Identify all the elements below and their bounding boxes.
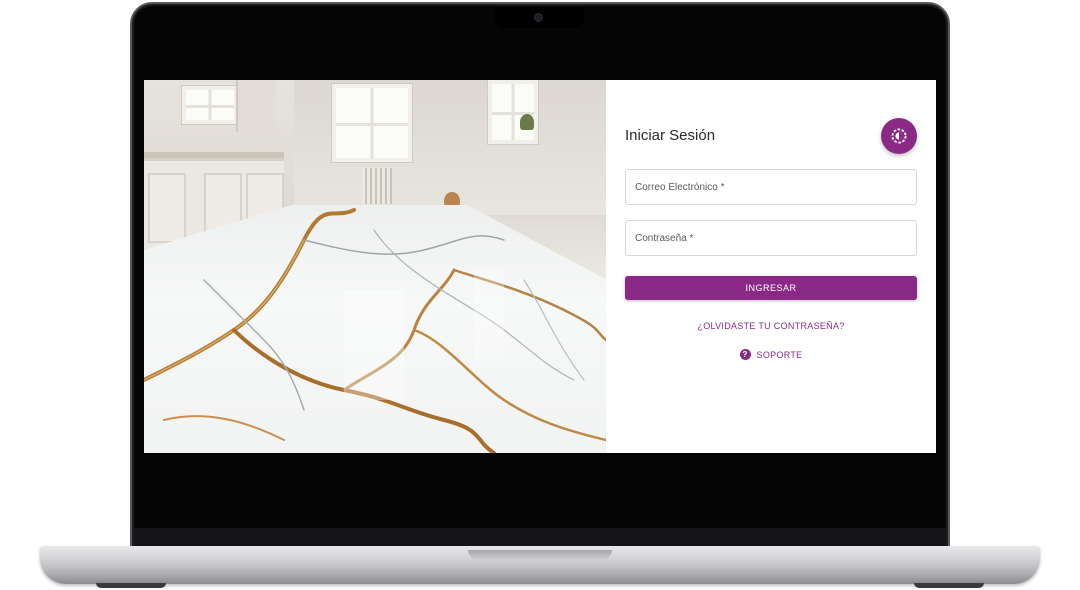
hero-image [144,80,606,453]
support-label: SOPORTE [756,349,803,360]
laptop-mockup: Iniciar Sesión INGRESAR ¿OLVIDASTE TU CO… [0,0,1080,590]
login-panel: Iniciar Sesión INGRESAR ¿OLVIDASTE TU CO… [606,80,936,453]
email-field[interactable] [625,169,917,205]
password-input[interactable] [626,221,916,255]
theme-toggle-button[interactable] [881,118,917,154]
support-link[interactable]: ? SOPORTE [625,349,917,360]
brightness-icon [891,128,907,144]
help-circle-icon: ? [739,349,751,360]
login-screen: Iniciar Sesión INGRESAR ¿OLVIDASTE TU CO… [144,80,936,453]
camera-icon [535,14,542,21]
laptop-lid-notch [468,550,612,560]
password-field[interactable] [625,220,917,256]
email-input[interactable] [626,170,916,204]
laptop-foot [96,583,166,588]
marble-veins [144,208,606,453]
screen-bottom-bezel [134,528,946,548]
page-title: Iniciar Sesión [625,127,716,144]
login-button[interactable]: INGRESAR [625,276,917,300]
forgot-password-link[interactable]: ¿OLVIDASTE TU CONTRASEÑA? [625,321,917,331]
laptop-foot [914,583,984,588]
